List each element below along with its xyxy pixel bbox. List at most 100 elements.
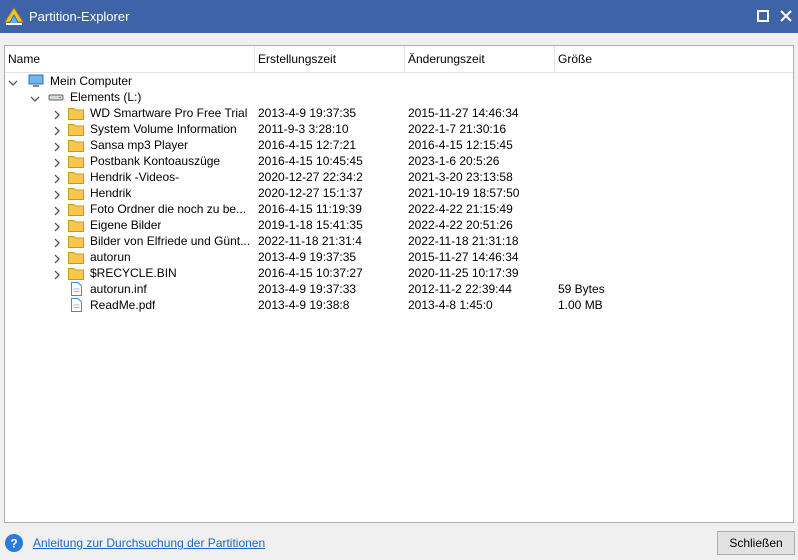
modified-time: 2013-4-8 1:45:0 [408, 298, 493, 312]
folder-icon [68, 250, 84, 264]
created-time: 2013-4-9 19:37:35 [258, 250, 357, 264]
chevron-right-icon[interactable] [52, 124, 62, 136]
created-time: 2013-4-9 19:37:33 [258, 282, 357, 296]
item-name: WD Smartware Pro Free Trial [90, 106, 248, 120]
item-name: autorun.inf [90, 282, 147, 296]
folder-icon [68, 234, 84, 248]
file-size: 1.00 MB [558, 298, 603, 312]
created-time: 2013-4-9 19:38:8 [258, 298, 350, 312]
column-header-created[interactable]: Erstellungszeit [255, 46, 405, 72]
chevron-down-icon[interactable] [8, 76, 18, 86]
tree-row[interactable]: Postbank Kontoauszüge 2016-4-15 10:45:45 2… [5, 153, 793, 169]
modified-time: 2022-11-18 21:31:18 [408, 234, 519, 248]
modified-time: 2022-1-7 21:30:16 [408, 122, 507, 136]
app-icon [3, 5, 25, 27]
modified-time: 2022-4-22 21:15:49 [408, 202, 513, 216]
modified-time: 2016-4-15 12:15:45 [408, 138, 513, 152]
folder-icon [68, 138, 84, 152]
created-time: 2019-1-18 15:41:35 [258, 218, 363, 232]
modified-time: 2015-11-27 14:46:34 [408, 250, 519, 264]
modified-time: 2022-4-22 20:51:26 [408, 218, 513, 232]
tree-row[interactable]: Hendrik -Videos- 2020-12-27 22:34:2 2021-3… [5, 169, 793, 185]
modified-time: 2015-11-27 14:46:34 [408, 106, 519, 120]
folder-icon [68, 266, 84, 280]
column-header-size[interactable]: Größe [555, 46, 793, 72]
help-link[interactable]: Anleitung zur Durchsuchung der Partition… [33, 536, 265, 550]
tree-row[interactable]: Eigene Bilder 2019-1-18 15:41:35 2022-4-22… [5, 217, 793, 233]
file-tree-panel: Name Erstellungszeit Änderungszeit Größe… [4, 45, 794, 523]
tree-row[interactable]: System Volume Information 2011-9-3 3:28:1… [5, 121, 793, 137]
item-name: Hendrik [90, 186, 132, 200]
folder-icon [68, 106, 84, 120]
folder-icon [68, 170, 84, 184]
created-time: 2016-4-15 10:37:27 [258, 266, 363, 280]
item-name: ReadMe.pdf [90, 298, 156, 312]
folder-icon [68, 154, 84, 168]
column-header-name[interactable]: Name [5, 46, 255, 72]
svg-text:?: ? [10, 537, 17, 551]
tree-row[interactable]: autorun.inf 2013-4-9 19:37:33 2012-11-2 22… [5, 281, 793, 297]
created-time: 2022-11-18 21:31:4 [258, 234, 362, 248]
item-name: Sansa mp3 Player [90, 138, 189, 152]
chevron-right-icon[interactable] [52, 220, 62, 232]
window-title: Partition-Explorer [29, 9, 130, 24]
file-icon [68, 298, 84, 312]
computer-icon [28, 74, 44, 88]
tree-row[interactable]: Sansa mp3 Player 2016-4-15 12:7:21 2016-4-… [5, 137, 793, 153]
chevron-right-icon[interactable] [52, 236, 62, 248]
chevron-right-icon[interactable] [52, 204, 62, 216]
drive-icon [48, 90, 64, 104]
folder-icon [68, 218, 84, 232]
file-size: 59 Bytes [558, 282, 605, 296]
created-time: 2020-12-27 15:1:37 [258, 186, 363, 200]
chevron-right-icon[interactable] [52, 188, 62, 200]
maximize-icon[interactable] [752, 5, 774, 27]
file-icon [68, 282, 84, 296]
item-name: Eigene Bilder [90, 218, 162, 232]
item-name: System Volume Information [90, 122, 237, 136]
created-time: 2016-4-15 11:19:39 [258, 202, 362, 216]
close-button[interactable]: Schließen [717, 531, 795, 555]
tree-row[interactable]: Hendrik 2020-12-27 15:1:37 2021-10-19 18:5… [5, 185, 793, 201]
modified-time: 2012-11-2 22:39:44 [408, 282, 512, 296]
modified-time: 2021-3-20 23:13:58 [408, 170, 513, 184]
item-name: Bilder von Elfriede und Günt... [90, 234, 251, 248]
modified-time: 2021-10-19 18:57:50 [408, 186, 520, 200]
chevron-right-icon[interactable] [52, 268, 62, 280]
item-name: Hendrik -Videos- [90, 170, 180, 184]
modified-time: 2023-1-6 20:5:26 [408, 154, 500, 168]
created-time: 2020-12-27 22:34:2 [258, 170, 363, 184]
title-bar: Partition-Explorer [0, 0, 798, 33]
tree-row[interactable]: autorun 2013-4-9 19:37:35 2015-11-27 14:46… [5, 249, 793, 265]
folder-icon [68, 202, 84, 216]
tree-row[interactable]: Bilder von Elfriede und Günt... 2022-11-1… [5, 233, 793, 249]
created-time: 2016-4-15 12:7:21 [258, 138, 357, 152]
chevron-right-icon[interactable] [52, 108, 62, 120]
chevron-right-icon[interactable] [52, 252, 62, 264]
item-name: Postbank Kontoauszüge [90, 154, 221, 168]
folder-icon [68, 186, 84, 200]
chevron-right-icon[interactable] [52, 156, 62, 168]
chevron-right-icon[interactable] [52, 140, 62, 152]
item-name: Elements (L:) [70, 90, 142, 104]
chevron-down-icon[interactable] [30, 92, 40, 102]
created-time: 2011-9-3 3:28:10 [258, 122, 349, 136]
tree-row[interactable]: $RECYCLE.BIN 2016-4-15 10:37:27 2020-11-25… [5, 265, 793, 281]
column-header-row: Name Erstellungszeit Änderungszeit Größe [5, 46, 793, 73]
item-name: $RECYCLE.BIN [90, 266, 177, 280]
item-name: Mein Computer [50, 74, 133, 88]
tree-row[interactable]: ReadMe.pdf 2013-4-9 19:38:8 2013-4-8 1:45:… [5, 297, 793, 313]
tree-row[interactable]: Mein Computer [5, 73, 793, 89]
item-name: autorun [90, 250, 131, 264]
help-icon[interactable]: ? [5, 534, 23, 552]
item-name: Foto Ordner die noch zu be... [90, 202, 247, 216]
folder-icon [68, 122, 84, 136]
tree-row[interactable]: Foto Ordner die noch zu be... 2016-4-15 1… [5, 201, 793, 217]
created-time: 2013-4-9 19:37:35 [258, 106, 357, 120]
column-header-modified[interactable]: Änderungszeit [405, 46, 555, 72]
close-icon[interactable] [775, 5, 797, 27]
modified-time: 2020-11-25 10:17:39 [408, 266, 519, 280]
chevron-right-icon[interactable] [52, 172, 62, 184]
tree-row[interactable]: WD Smartware Pro Free Trial 2013-4-9 19:3… [5, 105, 793, 121]
tree-row[interactable]: Elements (L:) [5, 89, 793, 105]
